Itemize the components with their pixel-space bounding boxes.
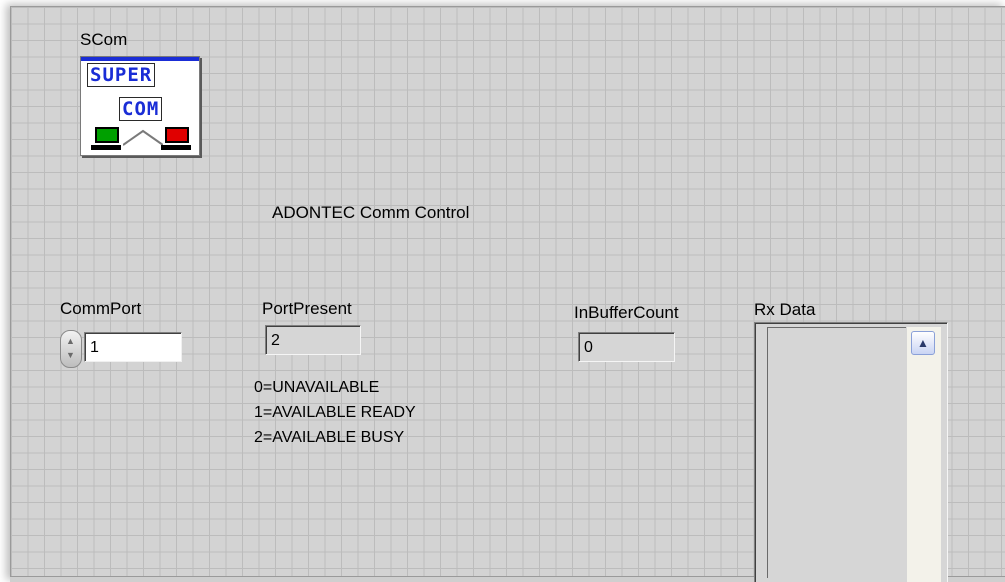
portpresent-label: PortPresent	[262, 299, 352, 318]
decrement-arrow-icon[interactable]: ▼	[66, 351, 75, 360]
scom-title: SCom	[80, 30, 128, 49]
commport-input[interactable]: 1	[84, 332, 182, 362]
rxdata-text-area[interactable]	[767, 327, 906, 578]
portpresent-indicator: 2	[265, 325, 361, 355]
scroll-up-arrow-icon[interactable]: ▲	[911, 331, 935, 355]
inbuffercount-label: InBufferCount	[574, 303, 679, 322]
computer-right-keyboard-icon	[161, 145, 191, 150]
increment-arrow-icon[interactable]: ▲	[66, 337, 75, 346]
computer-right-icon	[165, 127, 189, 143]
commport-stepper[interactable]: ▲ ▼	[60, 330, 82, 368]
rxdata-indicator: ▲	[754, 322, 948, 582]
computer-left-keyboard-icon	[91, 145, 121, 150]
computer-left-icon	[95, 127, 119, 143]
icon-band-top	[81, 57, 199, 61]
portpresent-legend-1: 1=AVAILABLE READY	[254, 404, 416, 421]
rxdata-scrollbar[interactable]: ▲	[907, 327, 941, 582]
icon-line-com: COM	[119, 97, 163, 121]
icon-line-super: SUPER	[87, 63, 156, 87]
rxdata-label: Rx Data	[754, 300, 816, 319]
commport-label: CommPort	[60, 299, 142, 318]
connection-link-icon	[123, 129, 163, 146]
portpresent-legend-0: 0=UNAVAILABLE	[254, 379, 380, 396]
portpresent-legend-2: 2=AVAILABLE BUSY	[254, 429, 405, 446]
inbuffercount-indicator: 0	[578, 332, 675, 362]
supercom-icon[interactable]: SUPER COM	[80, 56, 200, 156]
page-title: ADONTEC Comm Control	[272, 203, 470, 222]
